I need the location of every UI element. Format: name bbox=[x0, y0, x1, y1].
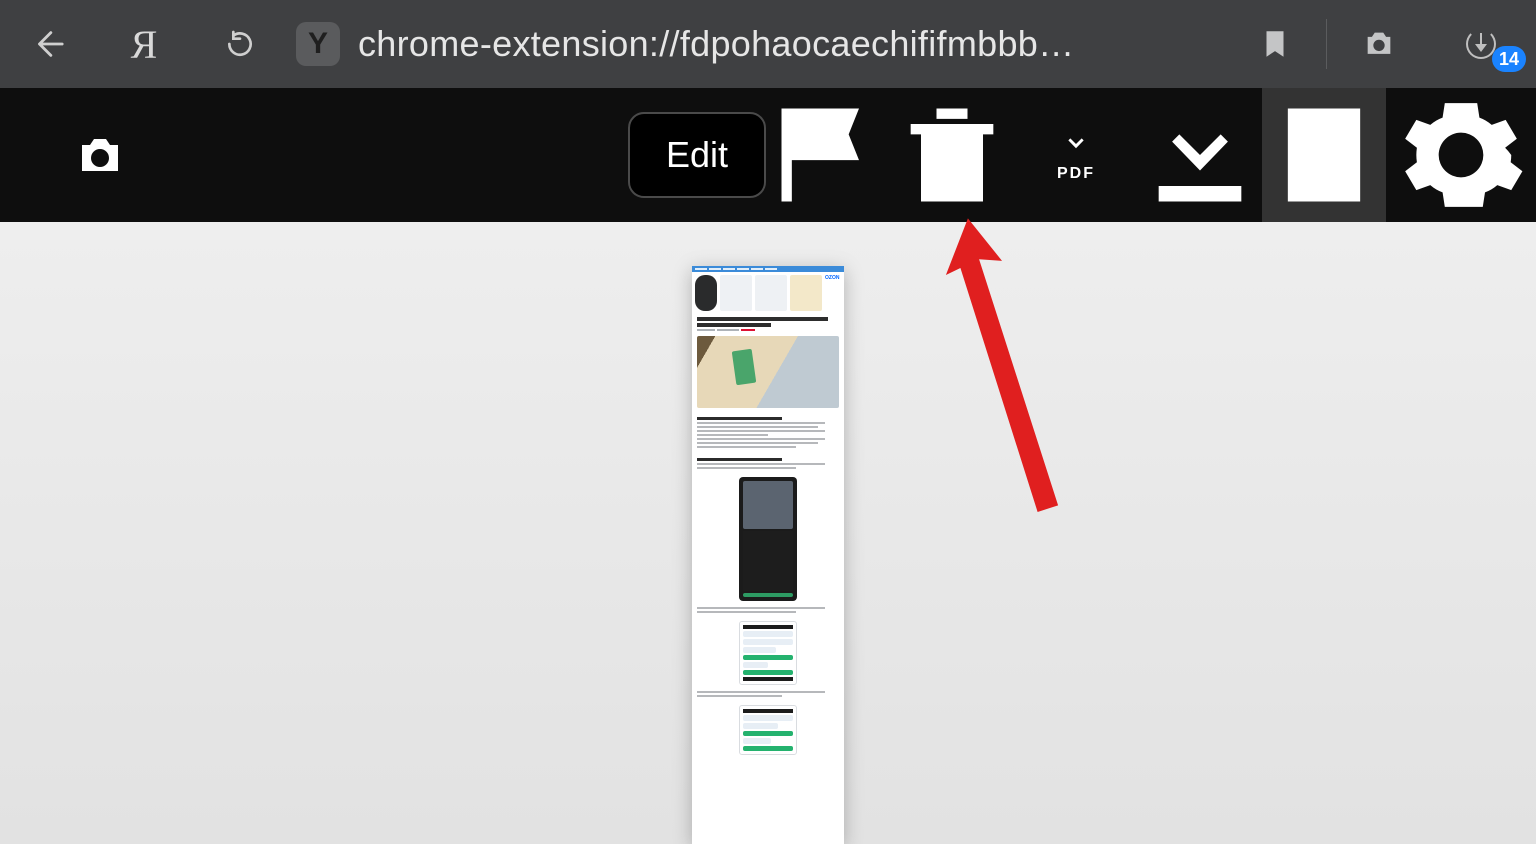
yandex-logo[interactable]: Я bbox=[96, 0, 192, 88]
preview-section-1 bbox=[692, 411, 844, 452]
annotation-arrow bbox=[940, 202, 1090, 522]
bookmark-icon bbox=[1258, 27, 1292, 61]
pdf-label: PDF bbox=[1057, 165, 1095, 183]
preview-ad-row: OZON bbox=[692, 272, 844, 314]
yandex-logo-letter: Я bbox=[131, 21, 158, 68]
extension-camera-button[interactable] bbox=[1331, 0, 1426, 88]
download-icon bbox=[1138, 93, 1262, 217]
preview-para-4 bbox=[692, 689, 844, 701]
chrome-divider bbox=[1326, 19, 1327, 69]
bookmark-button[interactable] bbox=[1227, 0, 1322, 88]
delete-button[interactable] bbox=[890, 88, 1014, 222]
toolbar-right-group: PDF bbox=[766, 88, 1536, 222]
settings-button[interactable] bbox=[1386, 88, 1536, 222]
preview-para-3 bbox=[692, 605, 844, 617]
edit-button-label: Edit bbox=[666, 134, 728, 176]
preview-ozon-label: OZON bbox=[825, 275, 839, 281]
camera-icon bbox=[1362, 27, 1396, 61]
site-identity-letter: Y bbox=[308, 27, 328, 61]
preview-article-meta bbox=[692, 328, 844, 333]
preview-chat-mock-1 bbox=[739, 621, 797, 685]
chrome-left: Я Y bbox=[0, 0, 358, 88]
download-pdf-icon bbox=[1059, 127, 1093, 161]
browser-chrome: Я Y chrome-extension://fdpohaocaechififm… bbox=[0, 0, 1536, 88]
preview-chat-mock-2 bbox=[739, 705, 797, 755]
document-icon bbox=[1262, 93, 1386, 217]
camera-icon bbox=[76, 131, 124, 179]
screenshot-canvas[interactable]: OZON bbox=[0, 222, 1536, 844]
download-button[interactable] bbox=[1138, 88, 1262, 222]
preview-article-title bbox=[692, 314, 844, 328]
site-identity-badge[interactable]: Y bbox=[296, 22, 340, 66]
address-bar[interactable]: chrome-extension://fdpohaocaechififmbbb… bbox=[358, 23, 1227, 65]
reload-icon bbox=[224, 28, 256, 60]
reload-button[interactable] bbox=[192, 0, 288, 88]
flag-icon bbox=[766, 93, 890, 217]
trash-icon bbox=[890, 93, 1014, 217]
screenshot-camera-button[interactable] bbox=[0, 88, 200, 222]
preview-section-2 bbox=[692, 452, 844, 473]
preview-phone-mock-1 bbox=[739, 477, 797, 601]
chrome-right: 14 bbox=[1227, 0, 1536, 88]
downloads-badge: 14 bbox=[1492, 46, 1526, 72]
edit-button[interactable]: Edit bbox=[628, 112, 766, 198]
gear-icon bbox=[1394, 88, 1528, 222]
captured-page-preview[interactable]: OZON bbox=[692, 266, 844, 844]
downloads-button[interactable]: 14 bbox=[1426, 0, 1536, 88]
document-view-button[interactable] bbox=[1262, 88, 1386, 222]
arrow-icon bbox=[940, 202, 1090, 522]
app-toolbar: Edit PDF bbox=[0, 88, 1536, 222]
back-arrow-icon bbox=[31, 27, 65, 61]
nav-back-button[interactable] bbox=[0, 0, 96, 88]
preview-hero-photo bbox=[697, 336, 839, 408]
flag-button[interactable] bbox=[766, 88, 890, 222]
download-pdf-button[interactable]: PDF bbox=[1014, 88, 1138, 222]
